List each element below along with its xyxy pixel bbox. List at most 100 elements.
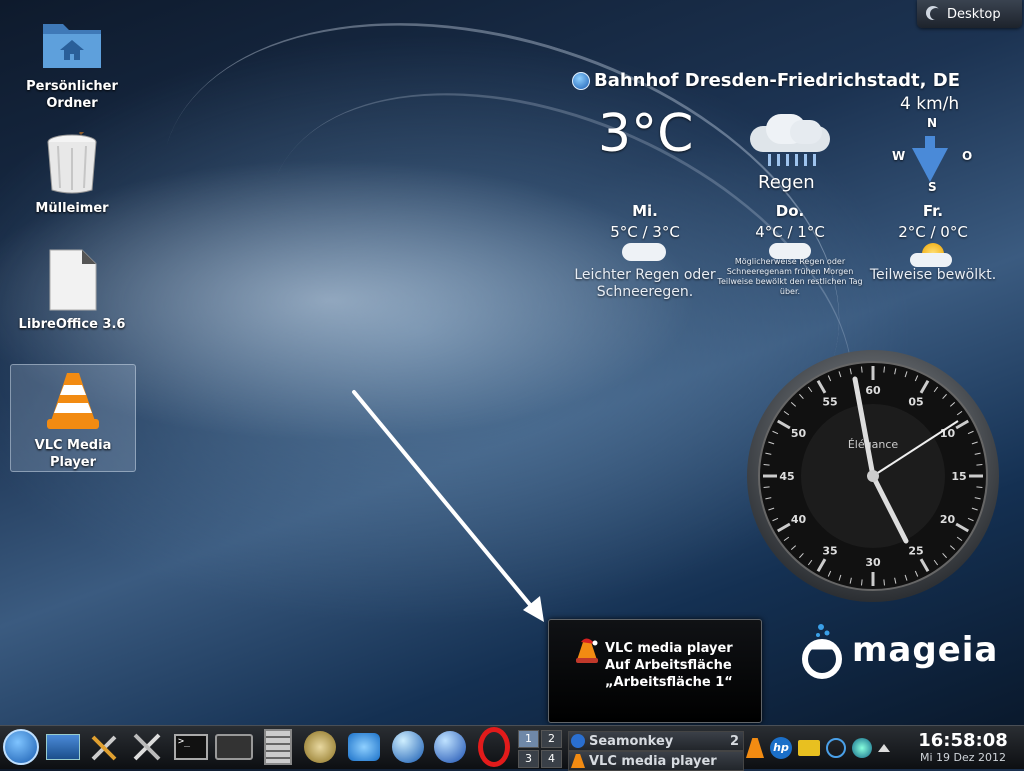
clock-number: 50	[791, 427, 807, 440]
opera-icon	[478, 727, 510, 767]
terminal-icon: >_	[174, 734, 208, 760]
network-globe-icon[interactable]	[852, 738, 872, 758]
google-earth-launcher[interactable]	[388, 728, 428, 766]
forecast-temps: 4°C / 1°C	[755, 223, 825, 241]
clock-number: 55	[822, 396, 837, 409]
opera-launcher[interactable]	[474, 727, 514, 767]
desktop-toolbox-button[interactable]: Desktop	[917, 0, 1022, 28]
virtual-desktop-pager[interactable]: 1 2 3 4	[518, 730, 562, 768]
clock-number: 40	[791, 513, 807, 526]
desktop-screen-icon	[46, 734, 80, 760]
desktop-toolbox-icon	[930, 8, 942, 20]
globe-icon	[572, 71, 590, 90]
notification-popup[interactable]: VLC media player Auf Arbeitsfläche „Arbe…	[548, 619, 762, 723]
clock-tick	[763, 486, 770, 488]
compass-west: W	[892, 149, 906, 163]
desktop-icon-vlc[interactable]: VLC Media Player	[10, 364, 136, 472]
earth-globe-icon	[392, 731, 424, 763]
digital-clock[interactable]: 16:58:08 Mi 19 Dez 2012	[905, 730, 1021, 764]
task-count: 2	[729, 733, 739, 749]
forecast-condition: Teilweise bewölkt.	[869, 267, 997, 283]
forecast-day: Fr. 2°C / 0°C Teilweise bewölkt.	[858, 202, 1008, 284]
telephone-icon	[304, 731, 336, 763]
vlc-cone-icon	[47, 373, 99, 429]
weather-widget: Bahnhof Dresden-Friedrichstadt, DE 3°C R…	[560, 66, 1020, 316]
control-center-launcher[interactable]	[128, 728, 166, 766]
forecast-day-name: Do.	[775, 202, 805, 220]
terminal-launcher[interactable]: >_	[170, 728, 212, 766]
forecast-condition: Leichter Regen oder Schneeregen.	[574, 267, 716, 300]
task-vlc[interactable]: VLC media player	[568, 751, 744, 771]
wind-arrow-head	[912, 148, 948, 182]
analog-clock-widget: 60 05 10 15 20 25 30 35 40 45 50 55 Élégance	[746, 349, 1000, 603]
desktop-icon-label: VLC Media Player	[34, 438, 112, 470]
desktop-icon-libreoffice[interactable]: LibreOffice 3.6	[12, 248, 132, 333]
vlc-small-icon	[571, 754, 585, 768]
clock-number: 10	[940, 427, 956, 440]
wind-compass: N S W O	[890, 116, 973, 196]
pager-desktop-1[interactable]: 1	[518, 730, 539, 748]
calculator-launcher[interactable]	[260, 728, 296, 766]
phone-launcher[interactable]	[300, 728, 340, 766]
clock-tick	[861, 579, 863, 586]
forecast-temps: 5°C / 3°C	[610, 223, 680, 241]
network-wireless-icon[interactable]	[826, 738, 846, 758]
desktop-icon-home-folder[interactable]: Persönlicher Ordner	[12, 14, 132, 112]
calculator-icon	[264, 729, 292, 765]
system-tray: hp	[746, 730, 890, 766]
clock-number: 20	[940, 513, 956, 526]
notification-line1: Auf Arbeitsfläche	[605, 658, 732, 673]
forecast-temps: 2°C / 0°C	[898, 223, 968, 241]
clock-tick	[976, 464, 983, 466]
mageia-logo: mageia	[800, 620, 998, 680]
task-label: Seamonkey	[589, 733, 674, 749]
system-settings-launcher[interactable]	[86, 728, 124, 766]
wrench-screwdriver-icon	[133, 733, 161, 761]
pager-desktop-3[interactable]: 3	[518, 750, 539, 768]
mageia-logo-text: mageia	[852, 630, 999, 670]
clock-number: 30	[865, 556, 881, 569]
clock-tick	[883, 366, 885, 373]
clock-number: 35	[822, 544, 837, 557]
seamonkey-launcher[interactable]	[430, 728, 470, 766]
desktop-icon-label: Mülleimer	[35, 201, 109, 216]
forecast-condition: Möglicherweise Regen oder Schneeregenam …	[717, 257, 863, 296]
pager-desktop-2[interactable]: 2	[541, 730, 562, 748]
clock-number: 25	[908, 544, 923, 557]
chat-launcher[interactable]	[344, 728, 384, 766]
application-menu-button[interactable]	[2, 728, 40, 766]
clock-time: 16:58:08	[918, 730, 1008, 751]
vlc-tray-icon[interactable]	[746, 738, 764, 758]
hp-printer-icon[interactable]: hp	[770, 737, 792, 759]
clock-number: 60	[865, 384, 881, 397]
trash-icon	[47, 124, 97, 194]
rain-cloud-icon	[746, 114, 836, 170]
updates-icon[interactable]	[798, 740, 820, 756]
show-desktop-button[interactable]	[44, 728, 82, 766]
mageia-start-icon	[3, 729, 39, 765]
tray-expand-icon[interactable]	[878, 744, 890, 752]
clock-number: 45	[779, 470, 794, 483]
media-launcher[interactable]	[214, 728, 254, 766]
clock-tick	[861, 366, 863, 373]
pager-desktop-4[interactable]: 4	[541, 750, 562, 768]
compass-east: O	[962, 149, 973, 163]
forecast-day: Do. 4°C / 1°C Möglicherweise Regen oder …	[715, 202, 865, 297]
current-temperature: 3°C	[598, 104, 694, 164]
clock-tick	[763, 464, 770, 466]
notification-title: VLC media player	[605, 641, 733, 656]
home-folder-icon	[43, 24, 101, 68]
desktop-icon-trash[interactable]: Mülleimer	[12, 124, 132, 217]
forecast-day-name: Mi.	[632, 202, 658, 220]
current-condition: Regen	[758, 172, 815, 193]
tools-icon	[91, 735, 117, 761]
task-label: VLC media player	[589, 753, 717, 769]
document-icon	[49, 249, 97, 311]
station-name: Bahnhof Dresden-Friedrichstadt, DE	[594, 70, 961, 91]
cassette-icon	[215, 734, 253, 760]
clock-number: 05	[908, 396, 923, 409]
compass-north: N	[927, 116, 938, 130]
desktop-icon-label: Persönlicher Ordner	[26, 79, 118, 111]
pidgin-icon	[348, 733, 380, 761]
task-seamonkey[interactable]: Seamonkey 2	[568, 731, 744, 751]
